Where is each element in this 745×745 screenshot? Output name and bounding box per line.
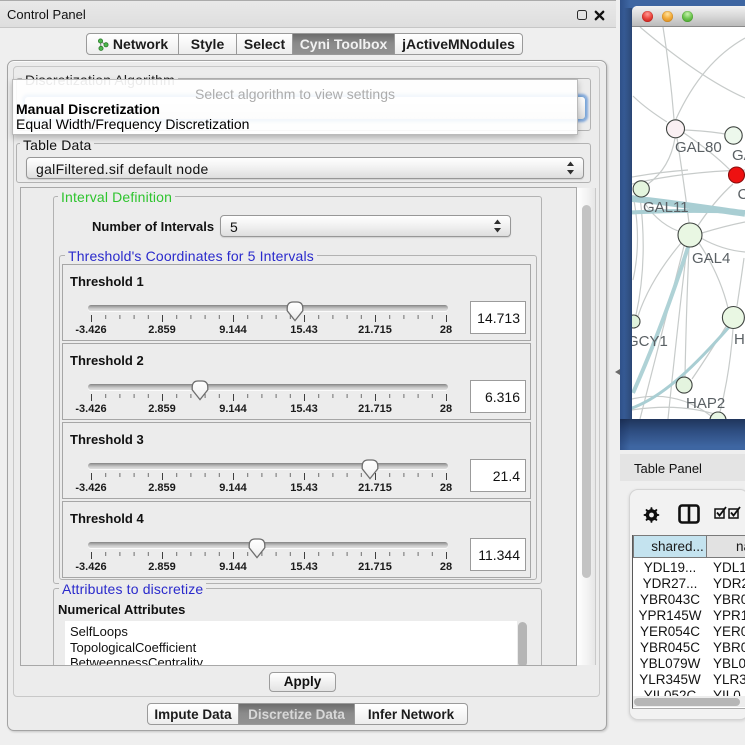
svg-text:GA: GA	[732, 147, 745, 164]
svg-text:H: H	[734, 331, 745, 348]
svg-text:C: C	[738, 186, 745, 203]
svg-text:GAL11: GAL11	[643, 199, 689, 216]
svg-text:GAL80: GAL80	[675, 139, 722, 156]
svg-text:GCY1: GCY1	[632, 333, 668, 350]
svg-text:HAP2: HAP2	[686, 395, 725, 412]
svg-text:GAL4: GAL4	[692, 250, 730, 267]
